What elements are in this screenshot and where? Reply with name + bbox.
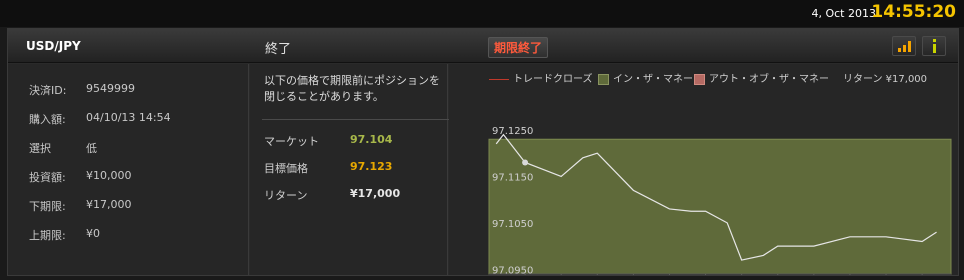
detail-value: 04/10/13 14:54 [86, 111, 171, 124]
detail-value: 低 [86, 142, 97, 155]
close-position-panel: 以下の価格で期限前にポジションを閉じることがあります。 マーケット 97.104… [250, 64, 458, 275]
detail-value: ¥17,000 [86, 198, 132, 211]
current-time: 14:55:20 [871, 2, 956, 22]
currency-pair: USD/JPY [26, 39, 81, 53]
detail-label: 上期限: [29, 229, 66, 242]
detail-label: 下期限: [29, 200, 66, 213]
top-bar: 4, Oct 2013 14:55:20 [0, 0, 964, 27]
detail-label: 選択 [29, 142, 51, 155]
y-tick-label: 97.1250 [492, 126, 533, 137]
info-icon [932, 39, 937, 53]
detail-label: 投資額: [29, 171, 66, 184]
target-row: 目標価格 97.123 [264, 160, 392, 176]
signal-bars-icon [898, 41, 911, 52]
target-value: 97.123 [350, 160, 393, 173]
signal-button[interactable] [892, 36, 916, 56]
divider [262, 119, 458, 120]
trade-header: USD/JPY 終了 期限終了 [8, 29, 958, 63]
chart-plot: 54:0554:1054:1554:2054:2554:3054:3554:40… [488, 116, 952, 275]
y-tick-label: 97.1150 [492, 172, 533, 183]
detail-label: 購入額: [29, 113, 66, 126]
return-row: リターン ¥17,000 [264, 187, 400, 203]
return-label: リターン [264, 189, 308, 202]
expired-badge: 期限終了 [488, 37, 549, 58]
trade-status: 終了 [265, 42, 292, 57]
trade-details: 決済ID: 9549999 購入額: 04/10/13 14:54 選択 低 投… [8, 64, 249, 275]
target-label: 目標価格 [264, 162, 308, 175]
current-date: 4, Oct 2013 [811, 7, 876, 20]
market-value: 97.104 [350, 133, 393, 146]
y-tick-label: 97.1050 [492, 219, 533, 230]
close-note: 以下の価格で期限前にポジションを閉じることがあります。 [264, 74, 440, 103]
detail-value: 9549999 [86, 82, 135, 95]
in-the-money-region [488, 138, 952, 275]
trade-panel: USD/JPY 終了 期限終了 決済ID: 9549999 購入額: 04/10… [7, 28, 959, 276]
detail-value: ¥0 [86, 227, 100, 240]
info-button[interactable] [922, 36, 946, 56]
detail-label: 決済ID: [29, 84, 67, 97]
entry-point [522, 159, 529, 166]
market-label: マーケット [264, 135, 319, 148]
detail-value: ¥10,000 [86, 169, 132, 182]
return-value: ¥17,000 [350, 187, 401, 200]
price-chart: トレードクローズ イン・ザ・マネー アウト・オブ・ザ・マネー リターン ¥17,… [449, 64, 958, 275]
market-row: マーケット 97.104 [264, 133, 392, 149]
